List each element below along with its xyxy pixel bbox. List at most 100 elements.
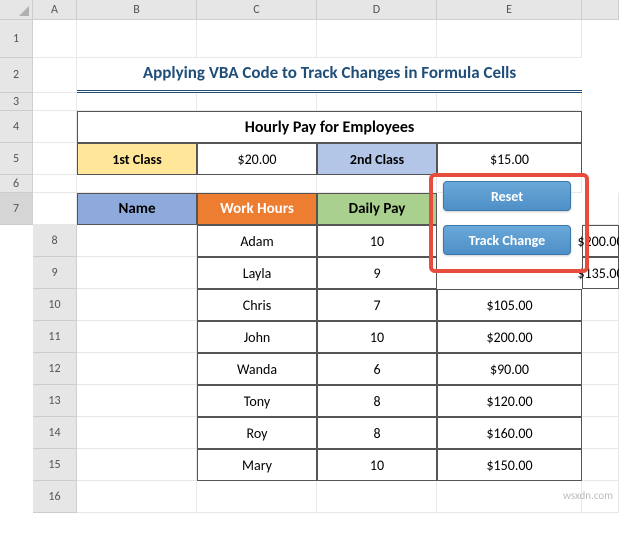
cell-f4[interactable] [582, 111, 619, 143]
table2-r4-name[interactable]: Wanda [197, 353, 317, 385]
table2-r5-pay[interactable]: $120.00 [437, 385, 582, 417]
table2-r7-name[interactable]: Mary [197, 449, 317, 481]
table2-r4-hours[interactable]: 6 [317, 353, 437, 385]
row-header-10[interactable]: 10 [33, 289, 77, 321]
cell-a11[interactable] [77, 321, 197, 353]
table2-header-hours[interactable]: Work Hours [197, 193, 317, 225]
cell-a9[interactable] [77, 257, 197, 289]
table2-r2-hours[interactable]: 7 [317, 289, 437, 321]
table2-r4-pay[interactable]: $90.00 [437, 353, 582, 385]
table2-r0-hours[interactable]: 10 [317, 225, 437, 257]
row-header-15[interactable]: 15 [33, 449, 77, 481]
cell-d16[interactable] [437, 481, 582, 513]
cell-a14[interactable] [77, 417, 197, 449]
cell-e10[interactable] [582, 289, 619, 321]
cell-f12[interactable] [0, 385, 33, 417]
cell-e3[interactable] [437, 93, 582, 111]
table2-r1-name[interactable]: Layla [197, 257, 317, 289]
table2-r3-hours[interactable]: 10 [317, 321, 437, 353]
col-header-e[interactable]: E [437, 0, 582, 20]
cell-f3[interactable] [582, 93, 619, 111]
col-header-b[interactable]: B [77, 0, 197, 20]
cell-a6[interactable] [33, 175, 77, 193]
track-change-button[interactable]: Track Change [443, 225, 571, 255]
cell-a10[interactable] [77, 289, 197, 321]
row-header-2[interactable]: 2 [0, 58, 33, 93]
row-header-9[interactable]: 9 [33, 257, 77, 289]
cell-d3[interactable] [317, 93, 437, 111]
reset-button[interactable]: Reset [443, 181, 571, 211]
cell-d6[interactable] [317, 175, 437, 193]
cell-f8[interactable] [0, 257, 33, 289]
col-header-a[interactable]: A [33, 0, 77, 20]
row-header-8[interactable]: 8 [33, 225, 77, 257]
cell-f14[interactable] [0, 449, 33, 481]
table1-class1-value[interactable]: $20.00 [197, 143, 317, 175]
row-header-4[interactable]: 4 [0, 111, 33, 143]
cell-a4[interactable] [33, 111, 77, 143]
table1-class2-label[interactable]: 2nd Class [317, 143, 437, 175]
cell-f9[interactable] [0, 289, 33, 321]
cell-a8[interactable] [77, 225, 197, 257]
page-title[interactable]: Applying VBA Code to Track Changes in Fo… [77, 58, 582, 93]
cell-e12[interactable] [582, 353, 619, 385]
row-header-11[interactable]: 11 [33, 321, 77, 353]
row-header-5[interactable]: 5 [0, 143, 33, 175]
table2-r3-name[interactable]: John [197, 321, 317, 353]
cell-f11[interactable] [0, 353, 33, 385]
table2-r5-hours[interactable]: 8 [317, 385, 437, 417]
table2-r2-name[interactable]: Chris [197, 289, 317, 321]
cell-b16[interactable] [197, 481, 317, 513]
col-header-d[interactable]: D [317, 0, 437, 20]
cell-f15[interactable] [0, 481, 33, 513]
table1-class2-value[interactable]: $15.00 [437, 143, 582, 175]
table2-r5-name[interactable]: Tony [197, 385, 317, 417]
row-header-13[interactable]: 13 [33, 385, 77, 417]
cell-c6[interactable] [197, 175, 317, 193]
table2-r3-pay[interactable]: $200.00 [437, 321, 582, 353]
cell-a12[interactable] [77, 353, 197, 385]
table2-r6-pay[interactable]: $160.00 [437, 417, 582, 449]
table2-r2-pay[interactable]: $105.00 [437, 289, 582, 321]
cell-f7[interactable] [0, 225, 33, 257]
cell-b3[interactable] [77, 93, 197, 111]
col-header-c[interactable]: C [197, 0, 317, 20]
cell-a5[interactable] [33, 143, 77, 175]
cell-a7[interactable] [33, 193, 77, 225]
table1-class1-label[interactable]: 1st Class [77, 143, 197, 175]
cell-e11[interactable] [582, 321, 619, 353]
cell-f10[interactable] [0, 321, 33, 353]
row-header-16[interactable]: 16 [33, 481, 77, 513]
table2-header-name[interactable]: Name [77, 193, 197, 225]
row-header-7[interactable]: 7 [0, 193, 33, 225]
row-header-6[interactable]: 6 [0, 175, 33, 193]
row-header-14[interactable]: 14 [33, 417, 77, 449]
cell-e14[interactable] [582, 417, 619, 449]
table2-r6-hours[interactable]: 8 [317, 417, 437, 449]
cell-c1[interactable] [197, 20, 317, 58]
cell-a3[interactable] [33, 93, 77, 111]
cell-a1[interactable] [33, 20, 77, 58]
cell-b1[interactable] [77, 20, 197, 58]
select-all-corner[interactable] [0, 0, 33, 20]
cell-a16[interactable] [77, 481, 197, 513]
cell-b6[interactable] [77, 175, 197, 193]
row-header-1[interactable]: 1 [0, 20, 33, 58]
table2-header-pay[interactable]: Daily Pay [317, 193, 437, 225]
cell-d1[interactable] [317, 20, 437, 58]
cell-f5[interactable] [582, 143, 619, 175]
row-header-3[interactable]: 3 [0, 93, 33, 111]
table2-r1-hours[interactable]: 9 [317, 257, 437, 289]
cell-c3[interactable] [197, 93, 317, 111]
table2-r0-name[interactable]: Adam [197, 225, 317, 257]
cell-e15[interactable] [582, 449, 619, 481]
cell-f1[interactable] [582, 20, 619, 58]
cell-a2[interactable] [33, 58, 77, 93]
cell-a13[interactable] [77, 385, 197, 417]
cell-f2[interactable] [582, 58, 619, 93]
cell-e1[interactable] [437, 20, 582, 58]
table2-r6-name[interactable]: Roy [197, 417, 317, 449]
cell-c16[interactable] [317, 481, 437, 513]
table1-header[interactable]: Hourly Pay for Employees [77, 111, 582, 143]
cell-a15[interactable] [77, 449, 197, 481]
